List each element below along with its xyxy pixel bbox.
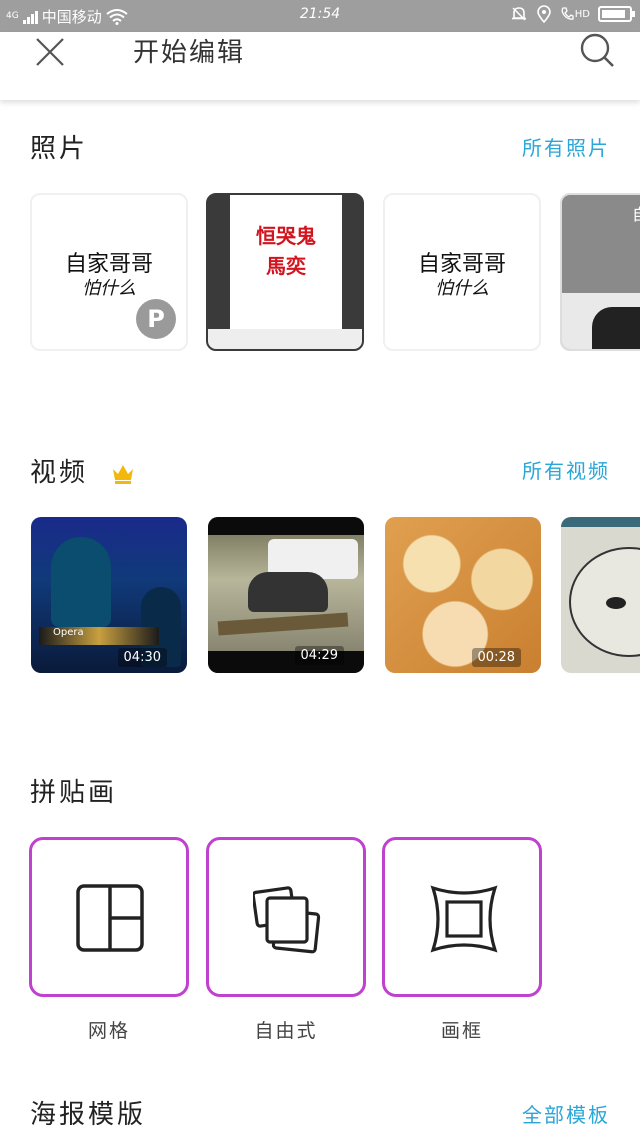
collage-grid-button[interactable] bbox=[29, 837, 189, 997]
video-thumbnail[interactable]: 04:29 bbox=[208, 517, 364, 673]
battery-icon bbox=[598, 6, 635, 22]
video-thumbnail[interactable]: Opera 04:30 bbox=[31, 517, 187, 673]
collage-freestyle-label: 自由式 bbox=[254, 1020, 318, 1042]
photo-text-line2: 怕什么 bbox=[435, 278, 489, 299]
video-top-band bbox=[561, 517, 640, 527]
hd-label: HD bbox=[574, 8, 590, 20]
photo-text-line1: 自家哥哥 bbox=[64, 252, 153, 277]
collage-frame-button[interactable] bbox=[382, 837, 542, 997]
photo-thumbnail[interactable]: 自 bbox=[560, 193, 640, 351]
header-bar: 开始编辑 bbox=[0, 32, 640, 100]
video-duration: 04:30 bbox=[117, 648, 167, 667]
video-scene-label: Opera bbox=[53, 627, 84, 638]
close-icon[interactable] bbox=[34, 36, 66, 68]
photos-row: 自家哥哥 怕什么 P 恒哭鬼 馬奕 自家哥哥 怕什么 自 bbox=[0, 193, 640, 353]
photo-text-line2: 馬奕 bbox=[266, 254, 306, 278]
search-icon[interactable] bbox=[578, 32, 616, 70]
videos-row: Opera 04:30 04:29 00:28 bbox=[0, 517, 640, 677]
photo-red-text: 恒哭鬼 馬奕 bbox=[230, 221, 342, 281]
video-duration: 00:28 bbox=[471, 648, 521, 667]
crown-icon bbox=[113, 464, 134, 484]
all-templates-link[interactable]: 全部模板 bbox=[522, 1099, 610, 1128]
p-badge-icon: P bbox=[136, 299, 176, 339]
video-thumbnail[interactable]: 00:28 bbox=[385, 517, 541, 673]
posters-section-title: 海报模版 bbox=[30, 1100, 147, 1130]
photo-text-line1: 自家哥哥 bbox=[417, 252, 506, 277]
video-thumbnail[interactable] bbox=[561, 517, 640, 673]
call-hd-icon: HD bbox=[560, 6, 590, 22]
collage-grid-label: 网格 bbox=[87, 1020, 130, 1042]
video-instrument bbox=[217, 612, 349, 636]
photo-inner: 恒哭鬼 馬奕 bbox=[230, 195, 342, 329]
video-eye bbox=[606, 597, 626, 609]
photo-text-line1: 恒哭鬼 bbox=[256, 224, 316, 248]
videos-title-text: 视频 bbox=[30, 458, 89, 488]
location-icon bbox=[536, 5, 551, 23]
all-videos-link[interactable]: 所有视频 bbox=[522, 455, 610, 484]
all-photos-link[interactable]: 所有照片 bbox=[522, 132, 610, 161]
photo-thumbnail[interactable]: 恒哭鬼 馬奕 bbox=[206, 193, 364, 351]
photo-logo-text: 自家哥哥 怕什么 bbox=[32, 253, 186, 301]
collage-row bbox=[0, 837, 640, 1001]
battery-level bbox=[602, 10, 626, 18]
photo-text-line2: 怕什么 bbox=[82, 278, 136, 299]
page-title: 开始编辑 bbox=[133, 38, 246, 68]
grid-layout-icon bbox=[76, 884, 144, 952]
photo-thumbnail[interactable]: 自家哥哥 怕什么 bbox=[383, 193, 541, 351]
video-figure bbox=[248, 572, 328, 612]
photos-section-title: 照片 bbox=[30, 134, 89, 164]
status-right: HD bbox=[510, 5, 635, 23]
photo-bottom-strip bbox=[208, 329, 362, 349]
status-bar: 4G 中国移动 21:54 HD bbox=[0, 0, 640, 32]
video-face bbox=[569, 547, 640, 657]
frame-icon bbox=[430, 885, 498, 953]
alarm-icon bbox=[511, 7, 526, 21]
video-figure bbox=[51, 537, 111, 627]
video-top-band bbox=[208, 517, 364, 535]
photo-partial-text: 自 bbox=[632, 201, 640, 225]
photo-dark-corner bbox=[592, 307, 640, 349]
collage-freestyle-button[interactable] bbox=[206, 837, 366, 997]
photo-thumbnail[interactable]: 自家哥哥 怕什么 P bbox=[30, 193, 188, 351]
collage-section-title: 拼贴画 bbox=[30, 778, 118, 808]
video-duration: 04:29 bbox=[294, 646, 344, 665]
freestyle-icon bbox=[253, 886, 321, 954]
collage-frame-label: 画框 bbox=[440, 1020, 483, 1042]
videos-section-title: 视频 bbox=[30, 452, 135, 489]
photo-logo-text: 自家哥哥 怕什么 bbox=[385, 253, 539, 301]
